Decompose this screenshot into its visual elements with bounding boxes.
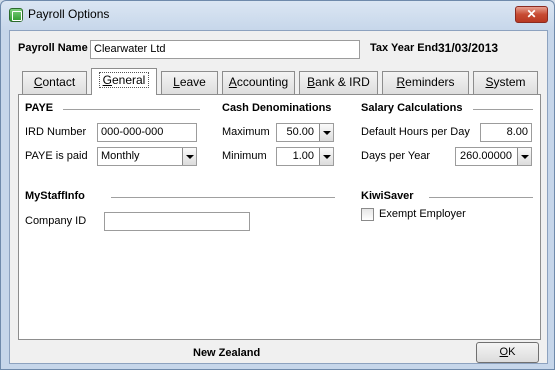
ok-button[interactable]: OK <box>476 342 539 363</box>
minimum-label: Minimum <box>222 150 267 162</box>
exempt-employer-checkbox[interactable] <box>361 208 374 221</box>
company-id-input[interactable] <box>104 212 250 231</box>
window-title: Payroll Options <box>28 7 110 21</box>
tab-reminders-label: eminders <box>405 75 455 89</box>
minimum-select[interactable]: 1.00 <box>276 147 334 166</box>
paye-paid-select[interactable]: Monthly <box>97 147 197 166</box>
tab-general[interactable]: General <box>91 68 157 95</box>
tab-leave[interactable]: Leave <box>161 71 218 94</box>
tax-year-end-value: 31/03/2013 <box>438 41 499 55</box>
days-per-year-label: Days per Year <box>361 150 431 162</box>
country-label: New Zealand <box>193 347 261 359</box>
tab-leave-label: eave <box>179 75 206 89</box>
paye-heading: PAYE <box>25 102 54 114</box>
tab-system[interactable]: System <box>473 71 538 94</box>
close-button[interactable]: ✕ <box>515 6 548 23</box>
chevron-down-icon[interactable] <box>319 124 333 141</box>
hours-per-day-label: Default Hours per Day <box>361 126 470 138</box>
hours-per-day-input[interactable]: 8.00 <box>480 123 532 142</box>
kiwisaver-divider <box>429 197 533 198</box>
app-icon <box>9 8 23 22</box>
cash-heading: Cash Denominations <box>222 102 332 114</box>
payroll-name-label: Payroll Name <box>18 42 88 54</box>
maximum-value: 50.00 <box>286 126 314 138</box>
tax-year-end-label: Tax Year End <box>370 42 439 54</box>
salary-heading: Salary Calculations <box>361 102 463 114</box>
maximum-label: Maximum <box>222 126 270 138</box>
tab-general-focus: General <box>98 72 150 88</box>
tab-system-label: ystem <box>493 75 526 89</box>
tab-accounting[interactable]: Accounting <box>222 71 295 94</box>
payroll-name-input[interactable]: Clearwater Ltd <box>90 40 360 59</box>
ird-number-input[interactable]: 000-000-000 <box>97 123 197 142</box>
tab-leave-key: L <box>173 75 180 89</box>
chevron-down-icon[interactable] <box>517 148 531 165</box>
minimum-value: 1.00 <box>292 150 314 162</box>
paye-divider <box>63 109 200 110</box>
tab-system-key: S <box>485 75 494 89</box>
days-per-year-select[interactable]: 260.00000 <box>455 147 532 166</box>
company-id-label: Company ID <box>25 215 87 227</box>
mystaffinfo-divider <box>111 197 335 198</box>
days-per-year-value: 260.00000 <box>460 150 512 162</box>
dialog-body: Payroll Name Clearwater Ltd Tax Year End… <box>9 30 548 364</box>
tab-reminders[interactable]: Reminders <box>382 71 469 94</box>
title-bar[interactable]: Payroll Options ✕ <box>1 1 554 29</box>
ok-key: O <box>499 346 509 358</box>
ok-label: K <box>508 346 516 358</box>
tab-contact[interactable]: Contact <box>22 71 87 94</box>
maximum-select[interactable]: 50.00 <box>276 123 334 142</box>
mystaffinfo-heading: MyStaffInfo <box>25 190 85 202</box>
tab-reminders-key: R <box>396 75 406 89</box>
kiwisaver-heading: KiwiSaver <box>361 190 414 202</box>
tab-accounting-key: A <box>228 75 237 89</box>
tab-accounting-label: ccounting <box>236 75 289 89</box>
chevron-down-icon[interactable] <box>182 148 196 165</box>
paye-paid-label: PAYE is paid <box>25 150 88 162</box>
payroll-options-window: Payroll Options ✕ Payroll Name Clearwate… <box>0 0 555 370</box>
salary-divider <box>473 109 533 110</box>
paye-paid-value: Monthly <box>101 150 140 162</box>
chevron-down-icon[interactable] <box>319 148 333 165</box>
general-tab-panel: PAYE IRD Number 000-000-000 PAYE is paid… <box>18 94 541 340</box>
ird-number-label: IRD Number <box>25 126 87 138</box>
exempt-employer-label: Exempt Employer <box>379 208 466 220</box>
tab-bank-ird-key: B <box>307 75 316 89</box>
tab-general-key: G <box>102 73 112 87</box>
tab-bank-ird[interactable]: Bank & IRD <box>299 71 378 94</box>
tab-contact-label: ontact <box>42 75 76 89</box>
tab-general-label: eneral <box>111 73 146 87</box>
tab-bank-ird-label: ank & IRD <box>315 75 370 89</box>
